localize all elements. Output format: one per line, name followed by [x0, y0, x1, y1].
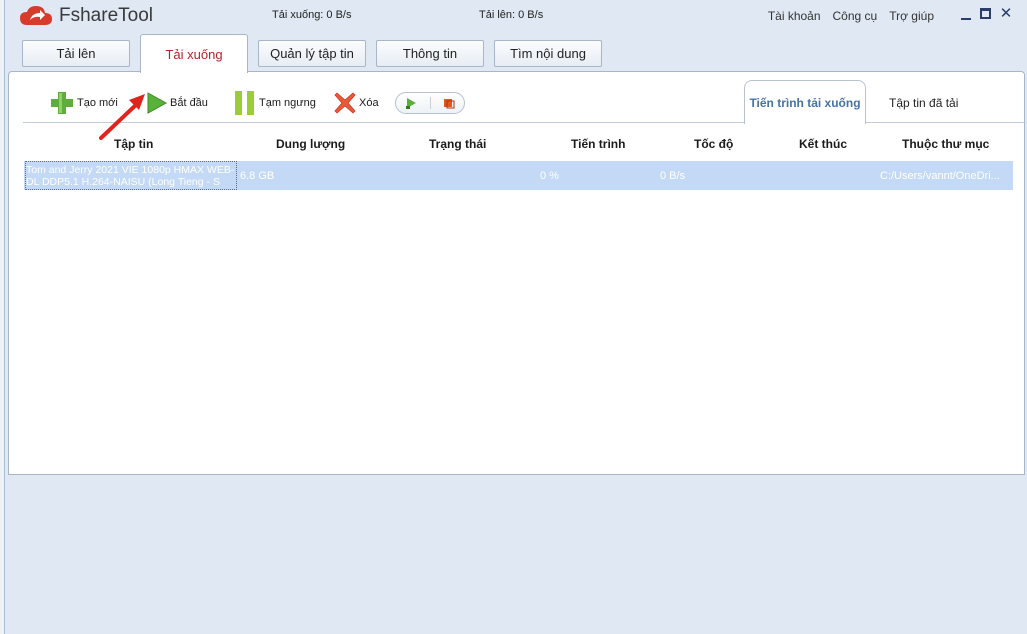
- minimize-button[interactable]: [961, 12, 971, 20]
- window-controls: ✕: [961, 5, 1013, 22]
- table-header: Tập tin Dung lượng Trạng thái Tiến trình…: [24, 127, 1013, 159]
- column-folder[interactable]: Thuộc thư mục: [902, 137, 989, 151]
- cell-size: 6.8 GB: [240, 169, 275, 182]
- column-size[interactable]: Dung lượng: [276, 137, 345, 151]
- cell-speed: 0 B/s: [660, 169, 686, 182]
- column-progress[interactable]: Tiến trình: [571, 137, 625, 151]
- start-button[interactable]: Bắt đầu: [146, 91, 231, 115]
- pause-button-label: Tạm ngưng: [259, 97, 316, 109]
- subtab-download-progress[interactable]: Tiến trình tải xuống: [744, 80, 866, 124]
- download-speed: Tải xuống: 0 B/s: [272, 9, 352, 21]
- column-speed[interactable]: Tốc độ: [694, 137, 733, 151]
- panel-footer-area: [8, 475, 1025, 634]
- cell-status: [429, 161, 529, 190]
- cell-finish: [799, 161, 859, 190]
- pause-button[interactable]: Tạm ngưng: [233, 90, 333, 116]
- cell-file-name: Tom and Jerry 2021 VIE 1080p HMAX WEB-DL…: [25, 161, 237, 190]
- pause-icon: [235, 91, 254, 115]
- delete-button[interactable]: Xóa: [333, 91, 395, 115]
- top-menu: Tài khoản Công cụ Trợ giúp: [768, 9, 934, 23]
- upload-speed: Tải lên: 0 B/s: [479, 9, 544, 21]
- download-panel: Tạo mới Bắt đầu Tạm ngưng Xóa Tiến trình…: [8, 71, 1026, 475]
- maximize-button[interactable]: [980, 7, 991, 19]
- tab-file-manager[interactable]: Quản lý tập tin: [258, 40, 366, 67]
- app-name: FshareTool: [59, 5, 153, 27]
- delete-button-label: Xóa: [359, 97, 379, 109]
- subtab-divider: [23, 122, 1026, 123]
- table-row[interactable]: Tom and Jerry 2021 VIE 1080p HMAX WEB-DL…: [24, 161, 1013, 190]
- cloud-upload-icon: [20, 6, 52, 25]
- app-logo: FshareTool: [19, 4, 153, 28]
- tab-upload[interactable]: Tải lên: [22, 40, 130, 67]
- stop-all-icon[interactable]: [442, 96, 456, 110]
- subtab-downloaded-files[interactable]: Tập tin đã tải: [889, 96, 958, 110]
- cell-progress: 0 %: [540, 169, 559, 182]
- main-tab-strip: Tải lên Tải xuống Quản lý tập tin Thông …: [5, 34, 1027, 73]
- quick-actions-separator: [429, 97, 431, 109]
- annotation-arrow-icon: [99, 94, 145, 140]
- tab-info[interactable]: Thông tin: [376, 40, 484, 67]
- plus-icon: [51, 92, 73, 114]
- app-name-part2: Tool: [118, 5, 153, 26]
- title-bar: FshareTool Tải xuống: 0 B/s Tải lên: 0 B…: [5, 0, 1027, 34]
- menu-tools[interactable]: Công cụ: [833, 9, 878, 23]
- column-finish[interactable]: Kết thúc: [799, 137, 847, 151]
- column-status[interactable]: Trạng thái: [429, 137, 486, 151]
- app-name-part1: Fshare: [59, 5, 119, 26]
- menu-help[interactable]: Trợ giúp: [889, 9, 934, 23]
- start-all-icon[interactable]: [404, 96, 418, 110]
- menu-account[interactable]: Tài khoản: [768, 9, 821, 23]
- tab-download[interactable]: Tải xuống: [140, 34, 248, 73]
- start-button-label: Bắt đầu: [170, 97, 208, 109]
- close-button[interactable]: ✕: [1000, 5, 1013, 22]
- tab-search-content[interactable]: Tìm nội dung: [494, 40, 602, 67]
- delete-x-icon: [334, 92, 356, 114]
- cell-folder: C:/Users/vannt/OneDri...: [880, 169, 1000, 182]
- fshare-tool-window: FshareTool Tải xuống: 0 B/s Tải lên: 0 B…: [4, 0, 1027, 634]
- quick-actions-group: [395, 92, 465, 114]
